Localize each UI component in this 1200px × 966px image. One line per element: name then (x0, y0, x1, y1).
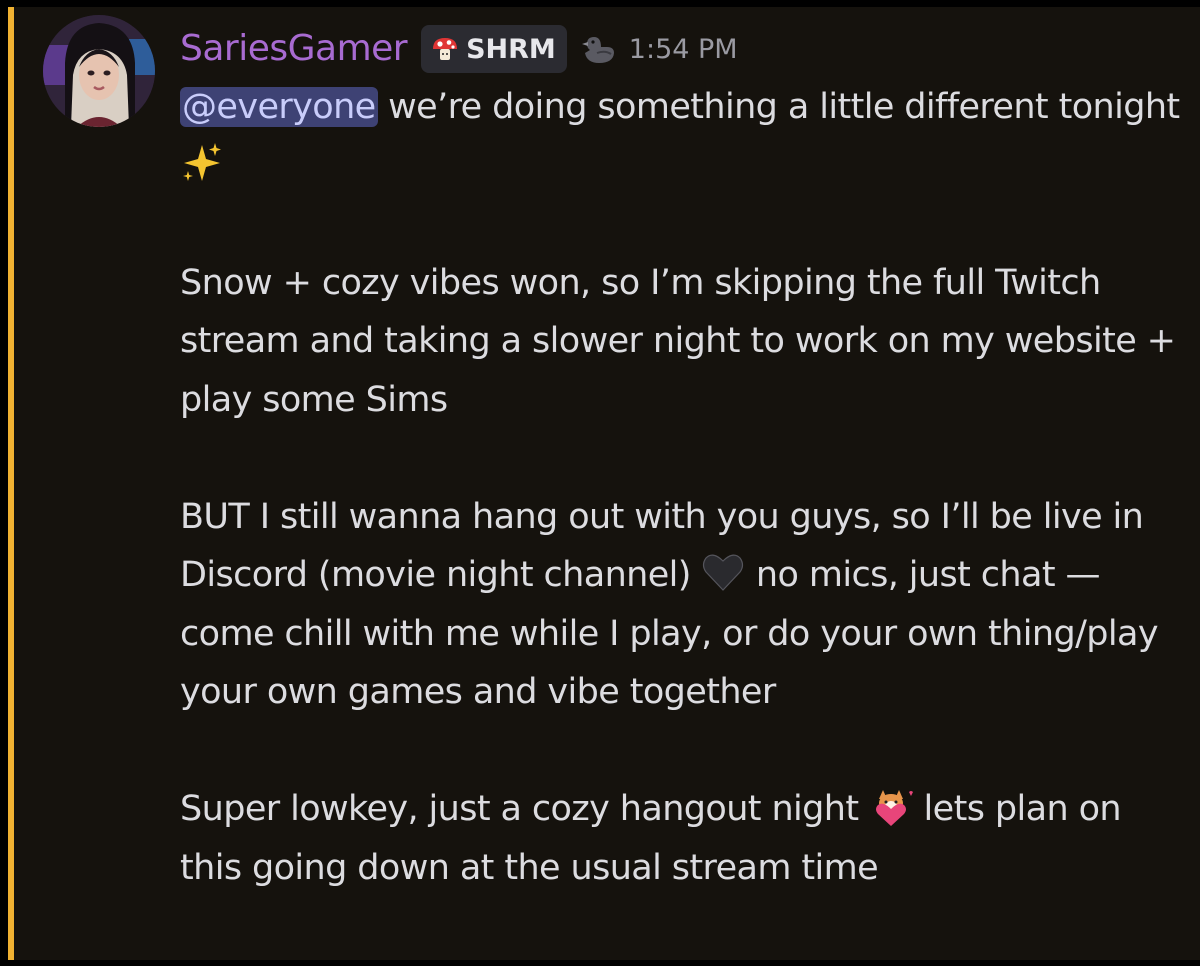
paragraph-4-text-a: Super lowkey, just a cozy hangout night (180, 789, 870, 829)
sparkles-emoji (183, 142, 221, 181)
duck-icon[interactable] (579, 29, 619, 69)
black-heart-emoji (703, 554, 744, 591)
message-header: SariesGamer SHRM 1:54 PM (180, 21, 738, 77)
timestamp[interactable]: 1:54 PM (629, 34, 738, 65)
highlighted-message[interactable]: SariesGamer SHRM 1:54 PM @everyone we’re… (8, 7, 1200, 960)
guild-tag[interactable]: SHRM (421, 25, 567, 73)
paragraph-2: Snow + cozy vibes won, so I’m skipping t… (180, 262, 1176, 420)
paragraph-4: Super lowkey, just a cozy hangout night … (180, 780, 1180, 897)
avatar[interactable] (43, 15, 155, 127)
mushroom-icon (433, 38, 458, 60)
author-name[interactable]: SariesGamer (180, 31, 408, 67)
paragraph-1-text: we’re doing something a little different… (377, 87, 1180, 127)
paragraph-3: BUT I still wanna hang out with you guys… (180, 488, 1180, 722)
message-content: @everyone we’re doing something a little… (180, 78, 1180, 897)
guild-tag-label: SHRM (466, 33, 556, 65)
discord-screenshot: SariesGamer SHRM 1:54 PM @everyone we’re… (0, 0, 1200, 966)
everyone-mention[interactable]: @everyone (180, 87, 378, 127)
paragraph-1: @everyone we’re doing something a little… (180, 78, 1180, 195)
corgi-heart-emoji (876, 790, 914, 826)
